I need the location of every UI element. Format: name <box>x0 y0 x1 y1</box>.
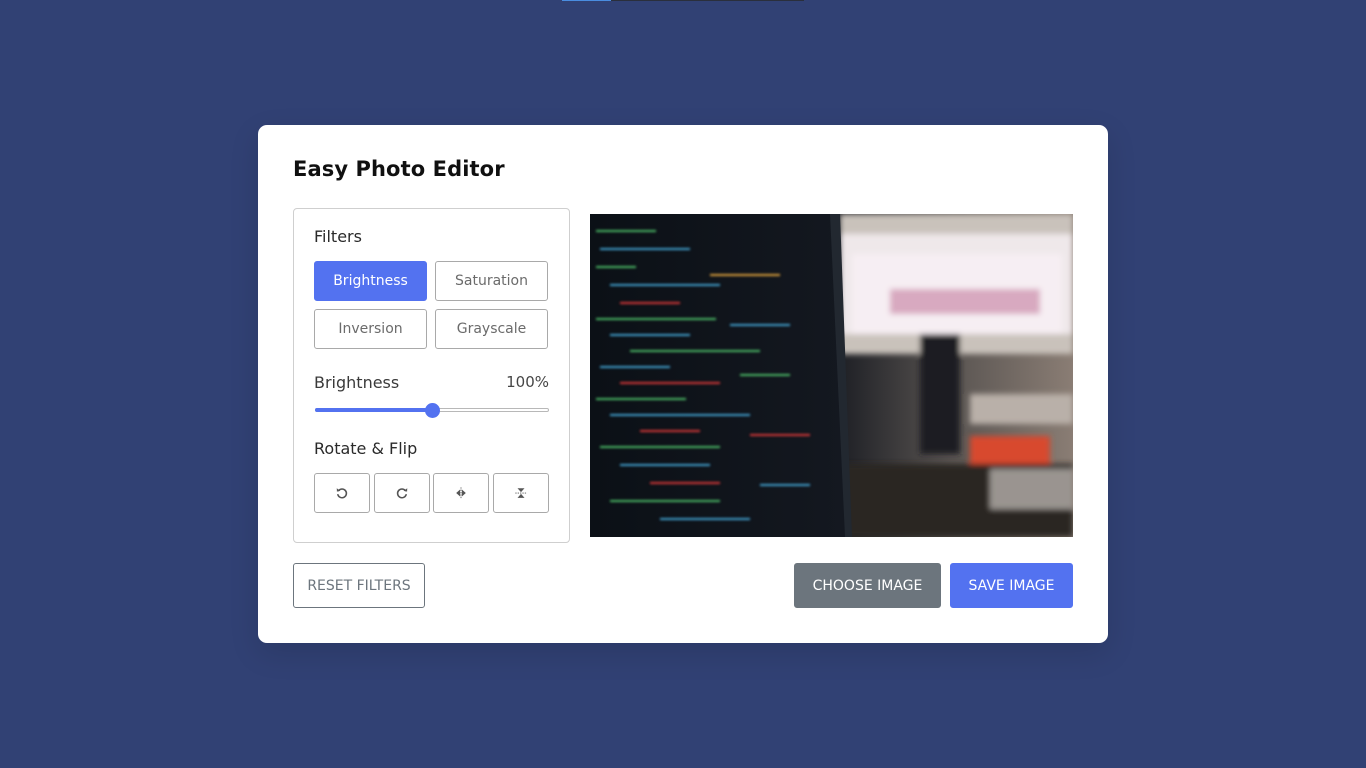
rotate-left-icon <box>336 488 348 499</box>
top-progress-strip <box>562 0 804 1</box>
filter-slider[interactable] <box>315 403 549 418</box>
flip-vertical-button[interactable] <box>493 473 549 513</box>
choose-image-button[interactable]: CHOOSE IMAGE <box>794 563 941 608</box>
slider-name: Brightness <box>314 373 400 392</box>
rotate-right-icon <box>396 488 408 499</box>
reset-filters-button[interactable]: RESET FILTERS <box>293 563 425 608</box>
filter-saturation-button[interactable]: Saturation <box>435 261 548 301</box>
slider-fill <box>315 408 432 412</box>
filter-brightness-button[interactable]: Brightness <box>314 261 427 301</box>
save-image-button[interactable]: SAVE IMAGE <box>950 563 1073 608</box>
image-preview <box>590 214 1073 537</box>
filter-inversion-button[interactable]: Inversion <box>314 309 427 349</box>
preview-photo <box>590 214 1073 537</box>
app-title: Easy Photo Editor <box>293 157 505 181</box>
flip-vertical-icon <box>515 488 527 498</box>
editor-panel: Filters Brightness Saturation Inversion … <box>293 208 570 543</box>
filters-heading: Filters <box>314 227 362 246</box>
filter-grayscale-button[interactable]: Grayscale <box>435 309 548 349</box>
top-progress-segment <box>562 0 611 1</box>
slider-thumb[interactable] <box>425 403 440 418</box>
rotate-right-button[interactable] <box>374 473 430 513</box>
flip-horizontal-icon <box>456 487 466 499</box>
editor-card: Easy Photo Editor Filters Brightness Sat… <box>258 125 1108 643</box>
slider-info: Brightness 100% <box>314 373 549 392</box>
flip-horizontal-button[interactable] <box>433 473 489 513</box>
rotate-flip-heading: Rotate & Flip <box>314 439 418 458</box>
slider-value: 100% <box>506 373 549 391</box>
rotate-left-button[interactable] <box>314 473 370 513</box>
